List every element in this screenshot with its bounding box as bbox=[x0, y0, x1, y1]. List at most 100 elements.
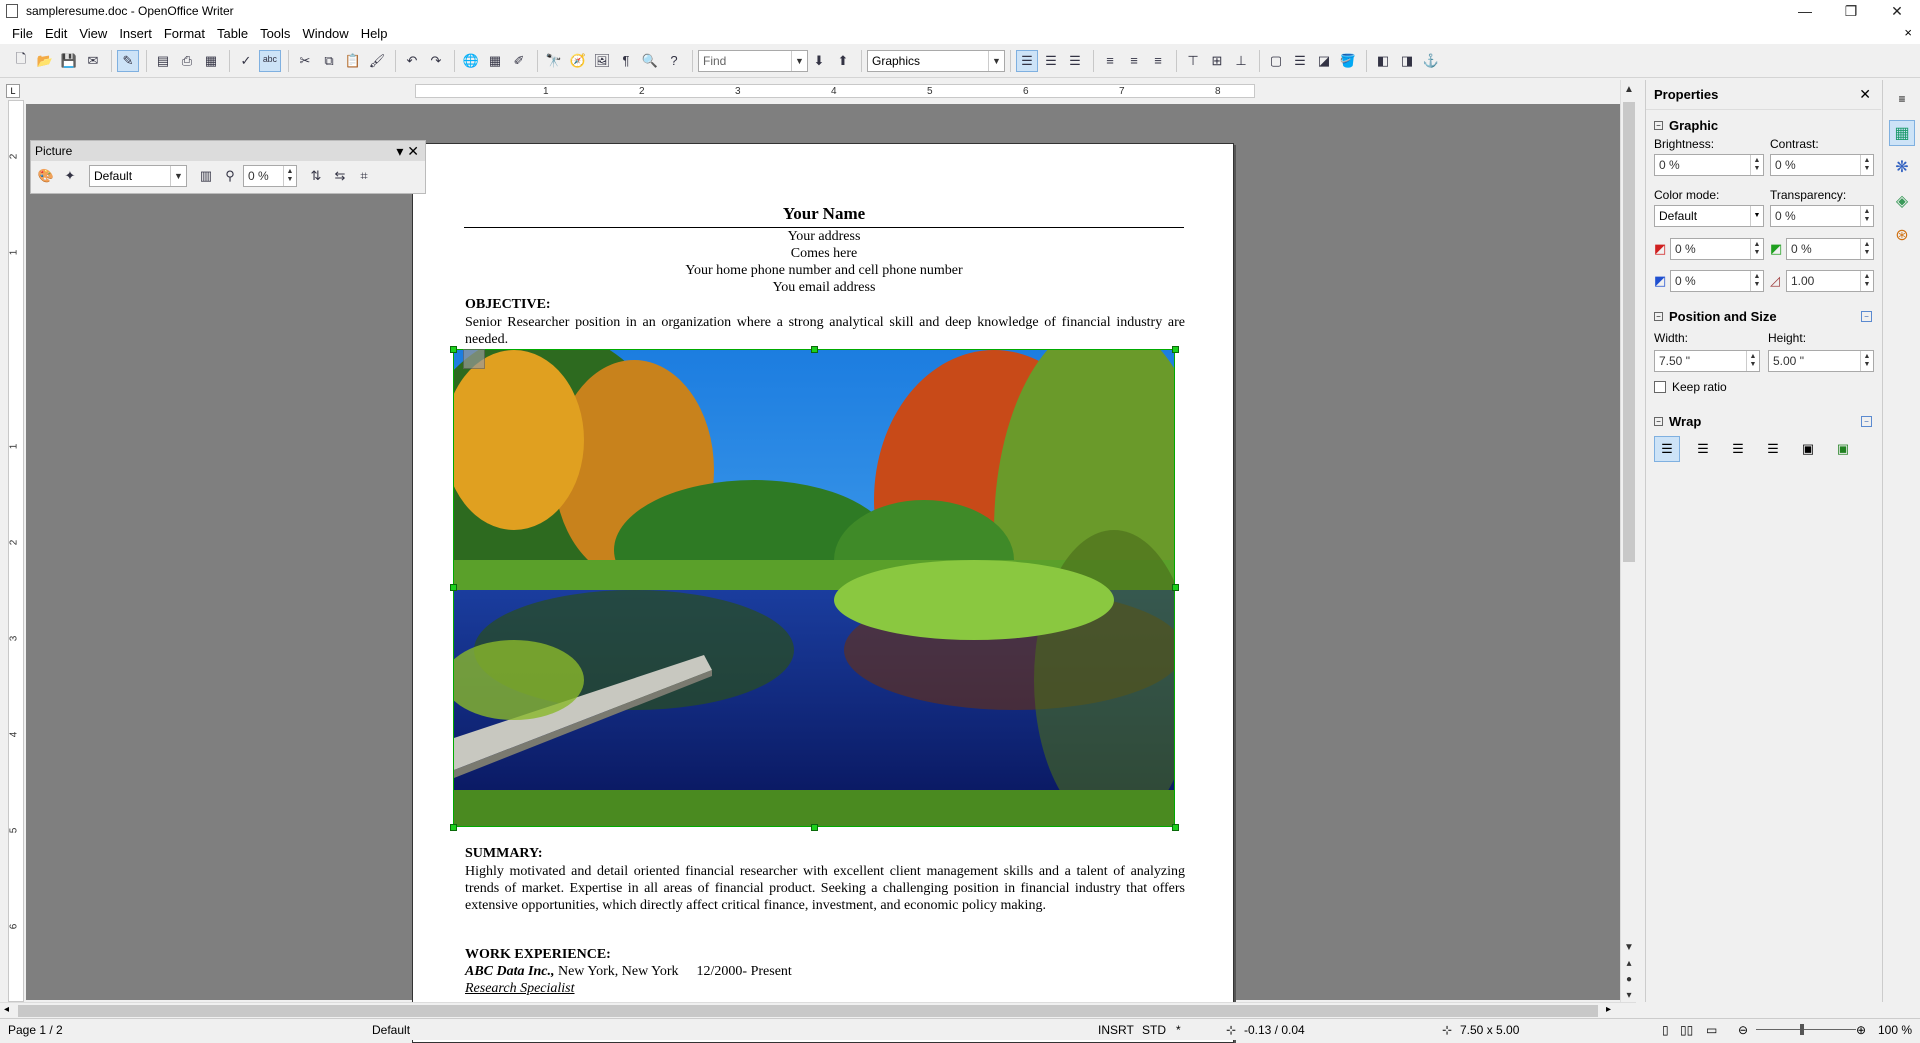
resize-handle-top[interactable] bbox=[811, 346, 818, 353]
document-page[interactable]: Your Name Your address Comes here Your h… bbox=[412, 143, 1234, 1043]
zoom-slider-thumb[interactable] bbox=[1800, 1024, 1804, 1035]
menu-edit[interactable]: Edit bbox=[39, 26, 73, 41]
wrap-page-icon[interactable]: ☰ bbox=[1690, 436, 1716, 462]
horizontal-scrollbar[interactable]: ◂ ▸ bbox=[0, 1002, 1636, 1018]
minimize-button[interactable]: — bbox=[1782, 0, 1828, 22]
wrap-left-icon[interactable]: ☰ bbox=[1760, 436, 1786, 462]
wrap-off-icon[interactable]: ☰ bbox=[1654, 436, 1680, 462]
transparency-input[interactable]: 0 % ▲ ▼ bbox=[1770, 205, 1874, 227]
navigator-icon[interactable]: 🧭 bbox=[567, 50, 589, 72]
gallery-deck-icon[interactable]: ◈ bbox=[1889, 188, 1915, 214]
menu-insert[interactable]: Insert bbox=[113, 26, 158, 41]
table-icon[interactable]: ▦ bbox=[484, 50, 506, 72]
export-pdf-icon[interactable]: ▤ bbox=[152, 50, 174, 72]
close-icon[interactable]: ▾ ✕ bbox=[396, 143, 419, 160]
zoom-slider[interactable] bbox=[1756, 1029, 1856, 1030]
more-options-icon[interactable]: − bbox=[1861, 415, 1872, 427]
vertical-scroll-thumb[interactable] bbox=[1623, 102, 1635, 562]
properties-deck-icon[interactable]: ▦ bbox=[1889, 120, 1915, 146]
send-to-back-icon[interactable]: ◨ bbox=[1396, 50, 1418, 72]
align-left-icon[interactable]: ≡ bbox=[1099, 50, 1121, 72]
resize-handle-top-right[interactable] bbox=[1172, 346, 1179, 353]
anchor-icon[interactable]: ⚓ bbox=[1420, 50, 1442, 72]
multi-page-view-icon[interactable]: ▯▯ bbox=[1680, 1023, 1693, 1037]
graphic-filter-icon[interactable]: 🎨 bbox=[35, 165, 57, 187]
edit-mode-icon[interactable]: ✎ bbox=[117, 49, 139, 72]
book-view-icon[interactable]: ▭ bbox=[1706, 1023, 1717, 1037]
print-icon[interactable]: ⎙ bbox=[176, 50, 198, 72]
find-next-icon[interactable]: ⬇ bbox=[808, 50, 830, 72]
wrap-background-icon[interactable]: ▣ bbox=[1830, 436, 1856, 462]
menu-tools[interactable]: Tools bbox=[254, 26, 296, 41]
wrap-optimal-icon[interactable]: ☰ bbox=[1725, 436, 1751, 462]
contrast-input[interactable]: 0 % ▲ ▼ bbox=[1770, 154, 1874, 176]
paragraph-style-select[interactable]: Graphics ▼ bbox=[867, 49, 1005, 72]
horizontal-ruler[interactable]: 1 2 3 4 5 6 7 8 bbox=[20, 82, 1620, 100]
undo-icon[interactable]: ↶ bbox=[401, 50, 423, 72]
page-style-indicator[interactable]: Default bbox=[372, 1023, 410, 1037]
picture-transparency-input[interactable]: 0 % ▲ ▼ bbox=[243, 165, 297, 187]
formatting-marks-icon[interactable]: ¶ bbox=[615, 50, 637, 72]
keep-ratio-checkbox[interactable] bbox=[1654, 381, 1666, 393]
blue-input[interactable]: 0 % ▲ ▼ bbox=[1670, 270, 1764, 292]
menu-window[interactable]: Window bbox=[296, 26, 354, 41]
find-replace-icon[interactable]: 🔭 bbox=[543, 50, 565, 72]
close-icon[interactable]: ✕ bbox=[1859, 86, 1871, 103]
draw-functions-icon[interactable]: ✐ bbox=[508, 50, 530, 72]
insert-mode-indicator[interactable]: INSRT bbox=[1098, 1023, 1134, 1037]
color-icon[interactable]: ▥ bbox=[195, 165, 217, 187]
resize-handle-bottom-right[interactable] bbox=[1172, 824, 1179, 831]
autospell-icon[interactable]: ᵃᵇᶜ bbox=[259, 49, 281, 72]
resize-handle-bottom[interactable] bbox=[811, 824, 818, 831]
close-window-button[interactable]: ✕ bbox=[1874, 0, 1920, 22]
zoom-icon[interactable]: 🔍 bbox=[639, 50, 661, 72]
landscape-picture[interactable] bbox=[453, 349, 1175, 827]
width-input[interactable]: 7.50 " ▲ ▼ bbox=[1654, 350, 1760, 372]
wrap-off-icon[interactable]: ☰ bbox=[1016, 49, 1038, 72]
menu-format[interactable]: Format bbox=[158, 26, 211, 41]
resize-handle-left[interactable] bbox=[450, 584, 457, 591]
align-bottom-icon[interactable]: ⊥ bbox=[1230, 50, 1252, 72]
help-icon[interactable]: ? bbox=[663, 50, 685, 72]
clone-format-icon[interactable]: 🖌 bbox=[366, 50, 388, 72]
border-color-icon[interactable]: ◪ bbox=[1313, 50, 1335, 72]
copy-icon[interactable]: ⧉ bbox=[318, 50, 340, 72]
sidebar-menu-icon[interactable]: ≡ bbox=[1889, 86, 1915, 112]
align-middle-icon[interactable]: ⊞ bbox=[1206, 50, 1228, 72]
page-wrap-icon[interactable]: ☰ bbox=[1040, 50, 1062, 72]
find-input[interactable]: Find ▼ bbox=[698, 49, 808, 72]
gamma-input[interactable]: 1.00 ▲ ▼ bbox=[1786, 270, 1874, 292]
selection-mode-indicator[interactable]: STD bbox=[1142, 1023, 1166, 1037]
resize-handle-right[interactable] bbox=[1172, 584, 1179, 591]
flip-vertical-icon[interactable]: ⇅ bbox=[305, 165, 327, 187]
align-top-icon[interactable]: ⊤ bbox=[1182, 50, 1204, 72]
email-icon[interactable]: ✉ bbox=[82, 50, 104, 72]
menu-help[interactable]: Help bbox=[355, 26, 394, 41]
find-previous-icon[interactable]: ⬆ bbox=[832, 50, 854, 72]
background-color-icon[interactable]: 🪣 bbox=[1337, 50, 1359, 72]
open-folder-icon[interactable]: 📂 bbox=[34, 50, 56, 72]
zoom-out-icon[interactable]: ⊖ bbox=[1738, 1023, 1748, 1037]
gallery-icon[interactable]: 🖼 bbox=[591, 50, 613, 72]
vertical-scrollbar[interactable]: ▲ ▼ ▴ ● ▾ bbox=[1620, 80, 1636, 1002]
spellcheck-icon[interactable]: ✓ bbox=[235, 50, 257, 72]
green-input[interactable]: 0 % ▲ ▼ bbox=[1786, 238, 1874, 260]
graphic-mode-icon[interactable]: ✦ bbox=[59, 165, 81, 187]
color-mode-select[interactable]: Default ▼ bbox=[1654, 205, 1764, 227]
flip-horizontal-icon[interactable]: ⇆ bbox=[329, 165, 351, 187]
menu-file[interactable]: File bbox=[6, 26, 39, 41]
optimal-wrap-icon[interactable]: ☰ bbox=[1064, 50, 1086, 72]
navigator-deck-icon[interactable]: ⊛ bbox=[1889, 222, 1915, 248]
crop-icon[interactable]: ⌗ bbox=[353, 165, 375, 187]
wrap-through-icon[interactable]: ▣ bbox=[1795, 436, 1821, 462]
graphics-mode-select[interactable]: Default ▼ bbox=[89, 165, 187, 187]
menu-view[interactable]: View bbox=[73, 26, 113, 41]
align-right-icon[interactable]: ≡ bbox=[1147, 50, 1169, 72]
horizontal-scroll-thumb[interactable] bbox=[18, 1005, 1598, 1017]
red-input[interactable]: 0 % ▲ ▼ bbox=[1670, 238, 1764, 260]
cut-icon[interactable]: ✂ bbox=[294, 50, 316, 72]
resize-handle-bottom-left[interactable] bbox=[450, 824, 457, 831]
resize-handle-top-left[interactable] bbox=[450, 346, 457, 353]
align-center-icon[interactable]: ≡ bbox=[1123, 50, 1145, 72]
new-document-icon[interactable]: 🗋 bbox=[10, 50, 32, 72]
